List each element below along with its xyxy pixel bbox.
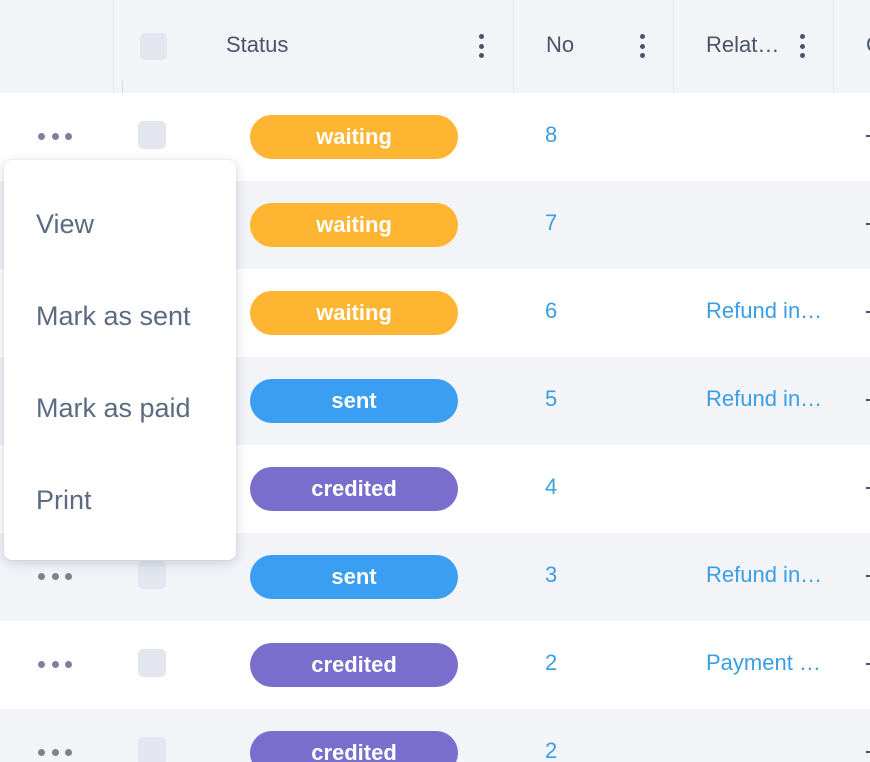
column-header-next[interactable]: C xyxy=(866,32,870,58)
header-status-cell: Status xyxy=(114,0,514,93)
header-related-cell: Relat… xyxy=(674,0,834,93)
status-badge: sent xyxy=(250,379,458,423)
select-all-checkbox[interactable] xyxy=(140,33,167,60)
related-link[interactable]: Refund in… xyxy=(706,298,834,324)
row-actions-icon[interactable] xyxy=(38,659,72,669)
status-badge: credited xyxy=(250,643,458,687)
invoice-number-link[interactable]: 2 xyxy=(545,738,557,762)
invoice-table: Status No Relat… C waiting 8 waiting xyxy=(0,0,870,762)
status-badge: waiting xyxy=(250,291,458,335)
cell-edge-mark xyxy=(866,223,870,225)
row-actions-menu: View Mark as sent Mark as paid Print xyxy=(4,160,236,560)
status-badge: waiting xyxy=(250,115,458,159)
status-badge: credited xyxy=(250,731,458,762)
status-badge: waiting xyxy=(250,203,458,247)
column-header-related[interactable]: Relat… xyxy=(706,32,779,58)
cell-edge-mark xyxy=(866,135,870,137)
row-actions-icon[interactable] xyxy=(38,747,72,757)
cell-edge-mark xyxy=(866,487,870,489)
row-checkbox[interactable] xyxy=(138,737,166,762)
row-checkbox[interactable] xyxy=(138,561,166,589)
menu-item-view[interactable]: View xyxy=(4,194,236,254)
header-actions-cell xyxy=(0,0,114,93)
invoice-number-link[interactable]: 7 xyxy=(545,210,557,236)
no-column-menu-icon[interactable] xyxy=(639,34,645,58)
related-link[interactable]: Payment … xyxy=(706,650,834,676)
table-row: credited 2 Payment … xyxy=(0,621,870,709)
menu-item-print[interactable]: Print xyxy=(4,470,236,530)
cell-edge-mark xyxy=(866,751,870,753)
cell-edge-mark xyxy=(866,399,870,401)
invoice-number-link[interactable]: 6 xyxy=(545,298,557,324)
row-actions-icon[interactable] xyxy=(38,131,72,141)
row-actions-icon[interactable] xyxy=(38,571,72,581)
column-header-no[interactable]: No xyxy=(546,32,574,58)
column-resize-handle[interactable] xyxy=(122,80,123,93)
header-no-cell: No xyxy=(514,0,674,93)
table-row: credited 2 xyxy=(0,709,870,762)
invoice-number-link[interactable]: 4 xyxy=(545,474,557,500)
status-badge: credited xyxy=(250,467,458,511)
status-column-menu-icon[interactable] xyxy=(478,34,484,58)
column-header-status[interactable]: Status xyxy=(226,32,288,58)
invoice-number-link[interactable]: 3 xyxy=(545,562,557,588)
row-checkbox[interactable] xyxy=(138,121,166,149)
header-next-cell: C xyxy=(834,0,870,93)
related-link[interactable]: Refund in… xyxy=(706,562,834,588)
row-checkbox[interactable] xyxy=(138,649,166,677)
invoice-number-link[interactable]: 8 xyxy=(545,122,557,148)
cell-edge-mark xyxy=(866,575,870,577)
related-column-menu-icon[interactable] xyxy=(799,34,805,58)
related-link[interactable]: Refund in… xyxy=(706,386,834,412)
invoice-number-link[interactable]: 2 xyxy=(545,650,557,676)
table-header: Status No Relat… C xyxy=(0,0,870,93)
menu-item-mark-as-paid[interactable]: Mark as paid xyxy=(4,378,236,438)
status-badge: sent xyxy=(250,555,458,599)
menu-item-mark-as-sent[interactable]: Mark as sent xyxy=(4,286,236,346)
invoice-number-link[interactable]: 5 xyxy=(545,386,557,412)
cell-edge-mark xyxy=(866,311,870,313)
cell-edge-mark xyxy=(866,663,870,665)
